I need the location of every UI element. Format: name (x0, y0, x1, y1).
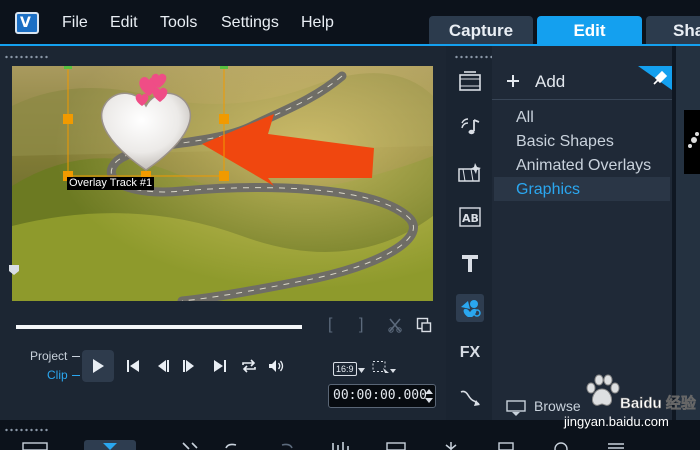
menu-help[interactable]: Help (301, 14, 334, 32)
svg-text:AB: AB (462, 212, 479, 225)
volume-icon[interactable] (267, 357, 287, 375)
timeline-grip[interactable] (4, 428, 50, 432)
tab-capture[interactable]: Capture (429, 16, 533, 46)
pin-icon[interactable] (638, 66, 672, 90)
split-clip-icon[interactable] (385, 316, 405, 334)
menu-tools[interactable]: Tools (160, 14, 197, 32)
timecode-stepper-icon[interactable] (424, 386, 434, 406)
redo-icon[interactable] (278, 440, 296, 450)
category-graphics[interactable]: Graphics (516, 181, 580, 199)
app-logo: V (15, 12, 39, 34)
next-frame-icon[interactable] (180, 357, 198, 375)
category-animated-overlays[interactable]: Animated Overlays (516, 157, 651, 175)
add-plus-icon[interactable] (505, 73, 521, 89)
category-all[interactable]: All (516, 109, 534, 127)
auto-music-icon[interactable] (440, 440, 462, 450)
thumbnail-area (676, 46, 700, 420)
graphics-icon[interactable] (456, 294, 484, 322)
browse-button[interactable]: Browse (534, 398, 581, 414)
library-grip[interactable] (454, 55, 492, 59)
audio-icon[interactable] (456, 113, 484, 141)
go-to-end-icon[interactable] (211, 357, 229, 375)
project-tick (72, 356, 80, 357)
transition-icon[interactable] (456, 159, 484, 187)
audio-mixer-icon[interactable] (330, 440, 352, 450)
mark-in-button[interactable]: [ (328, 316, 332, 334)
previous-frame-icon[interactable] (154, 357, 172, 375)
play-button[interactable] (82, 350, 114, 382)
menu-settings[interactable]: Settings (221, 14, 279, 32)
menu-bar: V File Edit Tools Settings Help Capture … (0, 0, 700, 46)
fx-icon[interactable]: FX (456, 339, 484, 367)
overlay-track-label: Overlay Track #1 (67, 177, 155, 190)
enlarge-preview-icon[interactable] (414, 316, 434, 334)
timeline-view-icon[interactable] (84, 440, 136, 450)
storyboard-view-icon[interactable] (22, 440, 48, 450)
browse-icon[interactable] (505, 400, 527, 416)
title-ab-icon[interactable]: AB (456, 203, 484, 231)
aspect-ratio-button[interactable]: 16:9 (333, 362, 357, 376)
path-icon[interactable] (456, 384, 484, 412)
media-icon[interactable] (456, 68, 484, 96)
project-mode-label[interactable]: Project (30, 349, 67, 363)
go-to-start-icon[interactable] (124, 357, 142, 375)
graphic-thumbnail[interactable] (684, 110, 700, 174)
tab-share[interactable]: Sha (646, 16, 700, 46)
subtitle-editor-icon[interactable] (550, 440, 572, 450)
add-button[interactable]: Add (535, 72, 565, 92)
menu-edit[interactable]: Edit (110, 14, 138, 32)
aspect-ratio-dropdown-icon[interactable] (357, 366, 365, 374)
record-capture-icon[interactable] (385, 440, 407, 450)
scrubber-handle[interactable] (8, 264, 20, 276)
title-t-icon[interactable] (456, 249, 484, 277)
panel-grip[interactable] (4, 55, 50, 59)
menu-file[interactable]: File (62, 14, 88, 32)
tab-edit[interactable]: Edit (537, 16, 642, 46)
play-icon (93, 359, 104, 373)
crop-select-icon[interactable] (370, 359, 398, 377)
scrubber-track[interactable] (16, 325, 302, 329)
clip-tick (72, 375, 80, 376)
library-panel (492, 46, 672, 420)
tools-icon[interactable] (180, 440, 200, 450)
multi-camera-icon[interactable] (605, 440, 627, 450)
undo-icon[interactable] (222, 440, 240, 450)
clip-mode-label[interactable]: Clip (47, 368, 68, 382)
mark-out-button[interactable]: ] (359, 316, 363, 334)
category-basic-shapes[interactable]: Basic Shapes (516, 133, 614, 151)
motion-tracking-icon[interactable] (495, 440, 517, 450)
preview-window[interactable]: Overlay Track #1 (12, 66, 433, 301)
repeat-icon[interactable] (239, 357, 259, 375)
timecode-display[interactable]: 00:00:00.000 (328, 384, 436, 408)
